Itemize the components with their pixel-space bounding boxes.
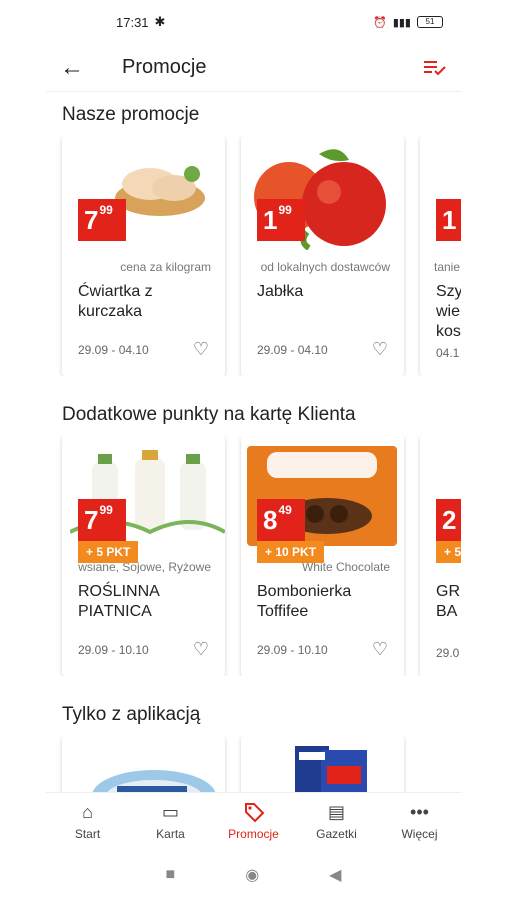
product-card[interactable]: 1 tanie Szy wie kos 04.1 (420, 136, 461, 376)
product-name: Szy wie kos (436, 283, 461, 338)
price-tag: 1 99 (257, 199, 305, 241)
section-title-app-only: Tylko z aplikacją (62, 704, 201, 725)
price-tag: 2 (436, 499, 461, 541)
price-tag: 1 (436, 199, 461, 241)
product-name: ROŚLINNA PIĄTNICA (78, 583, 159, 616)
price-dec: 99 (278, 203, 292, 217)
price-tag: 7 99 (78, 499, 126, 541)
tiger-drink-image (295, 746, 367, 792)
price-int: 8 (263, 505, 278, 535)
more-dots-icon: ••• (410, 802, 429, 822)
product-card[interactable]: 7 99 + 5 PKT wsiane, Sojowe, Ryżowe ROŚLI… (62, 436, 225, 676)
points-badge: + 5 (436, 541, 461, 563)
heart-icon[interactable]: ♡ (372, 639, 388, 660)
promo-dates: 29.0 (436, 646, 460, 660)
price-int: 1 (442, 205, 457, 235)
price-dec: 99 (99, 203, 113, 217)
system-navigation: ■ ◉ ◀ (46, 850, 461, 900)
nav-gazetki[interactable]: ▤ Gazetki (295, 793, 378, 850)
price-int: 1 (263, 205, 278, 235)
promo-dates: 29.09 - 04.10 (257, 342, 328, 357)
promo-dates: 29.09 - 10.10 (257, 642, 328, 657)
battery-icon: 51 (417, 16, 443, 28)
chicken-image (115, 166, 205, 216)
fish-product-image (92, 770, 216, 792)
product-image: 2 + 5 (420, 436, 461, 563)
product-name: Bombonierka Toffifee (257, 583, 352, 616)
price-int: 2 (442, 505, 457, 535)
product-image: 1 99 (241, 136, 404, 254)
nav-label: Gazetki (316, 827, 357, 841)
product-image: 8 49 + 10 PKT (241, 436, 404, 563)
product-name: GR BA (436, 583, 460, 616)
card-icon: ▭ (161, 802, 179, 822)
product-subtitle: od lokalnych dostawców (260, 260, 390, 274)
status-time: 17:31 (116, 14, 149, 30)
app-only-carousel[interactable] (46, 736, 461, 792)
promo-dates: 29.09 - 04.10 (78, 342, 149, 357)
price-dec: 49 (278, 503, 292, 517)
tag-icon (243, 801, 265, 823)
nav-label: Start (74, 827, 101, 841)
promo-dates: 29.09 - 10.10 (78, 642, 149, 657)
section-title-points: Dodatkowe punkty na kartę Klienta (62, 404, 356, 425)
product-image: 7 99 + 5 PKT (62, 436, 225, 563)
product-card[interactable]: 2 + 5 GR BA 29.0 (420, 436, 461, 676)
product-card[interactable]: 7 99 cena za kilogram Ćwiartka z kurczaka… (62, 136, 225, 376)
price-dec: 99 (99, 503, 113, 517)
product-subtitle: cena za kilogram (120, 260, 211, 274)
signal-icon: ▮▮▮ (392, 16, 411, 29)
nav-label: Promocje (228, 827, 279, 841)
price-tag: 7 99 (78, 199, 126, 241)
nav-wiecej[interactable]: ••• Więcej (378, 793, 461, 850)
nav-label: Karta (156, 827, 185, 841)
product-name: Ćwiartka z kurczaka (78, 283, 153, 320)
nav-promocje[interactable]: Promocje (212, 793, 295, 850)
price-int: 7 (84, 205, 99, 235)
product-name: Jabłka (257, 283, 304, 300)
back-arrow-icon[interactable]: ← (60, 54, 94, 82)
product-subtitle: tanie (434, 260, 461, 274)
promo-dates: 04.1 (436, 346, 460, 360)
points-carousel[interactable]: 7 99 + 5 PKT wsiane, Sojowe, Ryżowe ROŚLI… (46, 436, 461, 676)
bottom-navigation: ⌂ Start ▭ Karta Promocje ▤ Gazetki ••• W… (46, 792, 461, 850)
alarm-icon: ⏰ (373, 16, 387, 29)
product-card[interactable]: 1 99 od lokalnych dostawców Jabłka 29.09 … (241, 136, 404, 376)
page-title: Promocje (122, 56, 207, 78)
section-title-promos: Nasze promocje (62, 104, 200, 125)
product-card[interactable]: 8 49 + 10 PKT White Chocolate Bombonierka… (241, 436, 404, 676)
nav-label: Więcej (401, 827, 438, 841)
heart-icon[interactable]: ♡ (193, 639, 209, 660)
price-tag: 8 49 (257, 499, 305, 541)
phone-screen: 17:31 ✱ ⏰ ▮▮▮ 51 ← Promocje Nasze promoc… (46, 0, 461, 900)
heart-icon[interactable]: ♡ (372, 339, 388, 360)
product-card[interactable] (62, 736, 225, 792)
product-card[interactable] (241, 736, 404, 792)
points-badge: + 5 PKT (78, 541, 139, 563)
home-icon: ⌂ (82, 802, 93, 822)
promo-carousel[interactable]: 7 99 cena za kilogram Ćwiartka z kurczaka… (46, 136, 461, 376)
nav-karta[interactable]: ▭ Karta (129, 793, 212, 850)
home-button-icon[interactable]: ◉ (245, 865, 259, 885)
points-badge: + 10 PKT (257, 541, 325, 563)
product-image: 1 (420, 136, 461, 254)
product-image: 7 99 (62, 136, 225, 254)
settings-icon: ✱ (154, 14, 166, 29)
filter-list-icon[interactable] (423, 58, 447, 78)
battery-level: 51 (425, 17, 435, 26)
price-int: 7 (84, 505, 99, 535)
recent-apps-icon[interactable]: ■ (166, 866, 176, 884)
newspaper-icon: ▤ (327, 802, 345, 822)
status-bar: 17:31 ✱ ⏰ ▮▮▮ 51 (46, 0, 461, 44)
nav-start[interactable]: ⌂ Start (46, 793, 129, 850)
app-bar: ← Promocje (46, 44, 461, 92)
back-triangle-icon[interactable]: ◀ (329, 865, 341, 885)
heart-icon[interactable]: ♡ (193, 339, 209, 360)
content-scroll[interactable]: Nasze promocje 7 99 cena za kilogram Ćwia… (46, 92, 461, 792)
